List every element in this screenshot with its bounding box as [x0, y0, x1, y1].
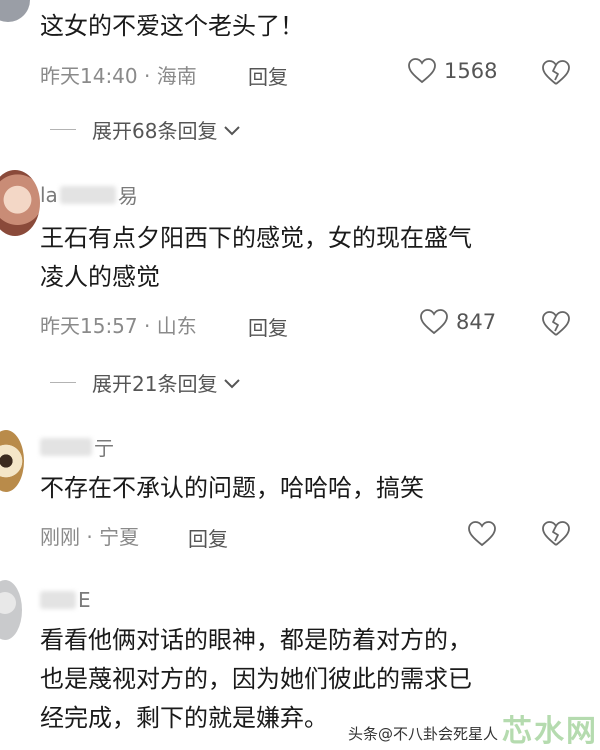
dislike-button[interactable] [542, 60, 570, 86]
watermark-source: 头条@不八卦会死星人 [347, 725, 498, 743]
comment-meta: 昨天14:40 · 海南 [40, 63, 197, 88]
expand-replies-button[interactable]: 展开68条回复 [50, 115, 241, 144]
heart-outline-icon [420, 309, 448, 335]
username[interactable]: 亍 [40, 432, 114, 461]
blurred-username [59, 185, 116, 204]
broken-heart-icon [542, 521, 570, 547]
comment-text-line: 凌人的感觉 [40, 263, 160, 291]
watermark-logo: 芯水网 [502, 714, 598, 749]
avatar[interactable] [0, 580, 22, 640]
expand-replies-label: 展开21条回复 [92, 372, 218, 396]
broken-heart-icon [542, 311, 570, 337]
watermark: 头条@不八卦会死星人 芯水网 [348, 706, 598, 750]
dislike-button[interactable] [542, 311, 570, 337]
like-count: 847 [456, 310, 497, 334]
avatar[interactable] [0, 0, 30, 22]
expand-replies-label: 展开68条回复 [92, 119, 218, 143]
reply-button[interactable]: 回复 [248, 61, 288, 90]
like-count: 1568 [444, 59, 498, 83]
avatar[interactable] [0, 430, 24, 492]
avatar[interactable] [0, 170, 40, 236]
like-button[interactable]: 847 [420, 309, 496, 335]
blurred-username [40, 437, 92, 456]
expand-replies-button[interactable]: 展开21条回复 [50, 368, 241, 397]
username[interactable]: E [40, 588, 91, 612]
blurred-username [40, 591, 76, 609]
chevron-down-icon [223, 371, 241, 395]
comment-text: 这女的不爱这个老头了！ [40, 12, 304, 40]
like-button[interactable] [468, 521, 496, 547]
comment-meta: 刚刚 · 宁夏 [40, 524, 140, 549]
reply-button[interactable]: 回复 [248, 312, 288, 341]
like-button[interactable]: 1568 [408, 58, 497, 84]
comment-text: 不存在不承认的问题，哈哈哈，搞笑 [40, 474, 424, 502]
comment-text-line: 王石有点夕阳西下的感觉，女的现在盛气 [40, 224, 472, 252]
divider [50, 382, 76, 383]
heart-outline-icon [468, 521, 496, 547]
comment-text-line: 也是蔑视对方的，因为她们彼此的需求已 [40, 665, 472, 693]
comment-text-line: 看看他俩对话的眼神，都是防着对方的， [40, 626, 472, 654]
comment-text-line: 经完成，剩下的就是嫌弃。 [40, 704, 328, 732]
broken-heart-icon [542, 60, 570, 86]
divider [50, 129, 76, 130]
username[interactable]: la 易 [40, 180, 138, 209]
chevron-down-icon [223, 118, 241, 142]
dislike-button[interactable] [542, 521, 570, 547]
reply-button[interactable]: 回复 [188, 523, 228, 552]
comment-meta: 昨天15:57 · 山东 [40, 313, 197, 338]
heart-outline-icon [408, 58, 436, 84]
